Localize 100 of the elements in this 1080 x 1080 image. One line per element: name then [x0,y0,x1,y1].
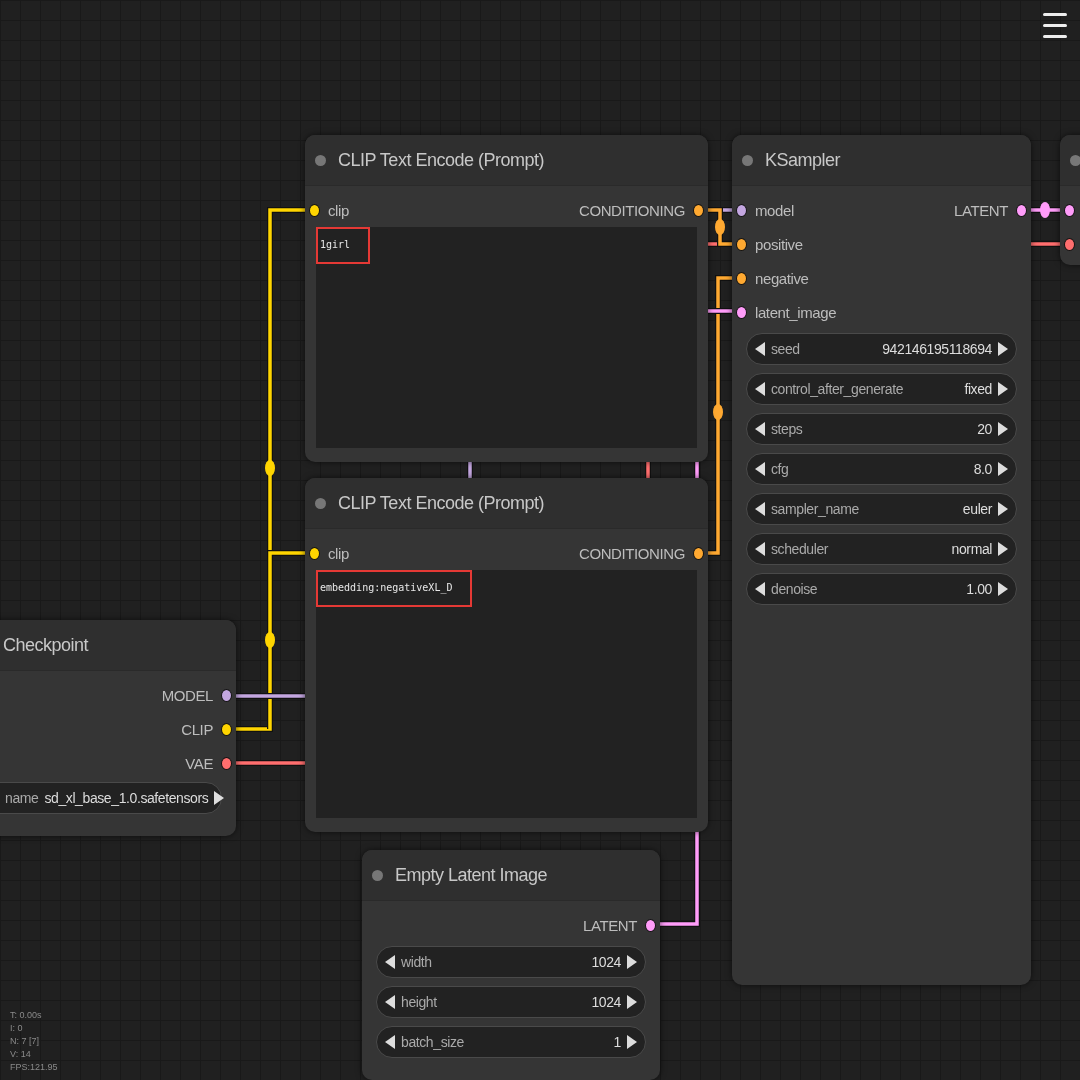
value-widget[interactable]: control_after_generate fixed [746,373,1017,405]
increment-arrow-icon[interactable] [998,542,1008,556]
output-label: LATENT [583,916,637,934]
widget-value: 942146195118694 [882,341,992,357]
node-card[interactable]: Empty Latent Image LATENT width 1024 height 1024 batch_size 1 [362,850,660,1080]
prompt-text: 1girl [316,227,371,264]
widget-value: 8.0 [973,461,992,477]
stats-text: T: 0.00s [10,1010,43,1020]
output-socket-icon[interactable] [645,918,656,932]
decrement-arrow-icon[interactable] [755,502,765,516]
input-socket-icon[interactable] [736,305,747,319]
increment-arrow-icon[interactable] [627,955,637,969]
widget-label: steps [771,421,804,437]
input-socket-icon[interactable] [736,237,747,251]
widget-label: sampler_name [771,501,860,517]
increment-arrow-icon[interactable] [998,502,1008,516]
decrement-arrow-icon[interactable] [755,342,765,356]
decrement-arrow-icon[interactable] [385,955,395,969]
decrement-arrow-icon[interactable] [755,582,765,596]
widget-value: 1 [613,1034,621,1050]
value-widget[interactable]: denoise 1.00 [746,573,1017,605]
value-widget[interactable]: seed 942146195118694 [746,333,1017,365]
collapse-dot-icon[interactable] [742,154,753,166]
input-socket-icon[interactable] [736,203,747,217]
decrement-arrow-icon[interactable] [385,1035,395,1049]
widget-value: 1024 [591,954,621,970]
widget-label: cfg [771,461,790,477]
menu-icon[interactable] [1043,13,1067,39]
node-card[interactable]: Checkpoint MODEL CLIP VAE name sd_xl_base_1.0.safetensors [0,620,236,836]
widget-value: 20 [977,421,992,437]
value-widget[interactable]: cfg 8.0 [746,453,1017,485]
output-label: LATENT [954,201,1008,219]
node-card[interactable]: CLIP Text Encode (Prompt) clip CONDITIONING embedding:negativeXL_D [305,478,708,832]
output-label: CONDITIONING [578,544,685,562]
input-socket-icon[interactable] [736,271,747,285]
value-widget[interactable]: scheduler normal [746,533,1017,565]
prompt-field[interactable]: 1girl [316,227,697,448]
output-socket-icon[interactable] [693,546,704,560]
node-title: Empty Latent Image [395,864,548,886]
output-label: VAE [185,754,213,772]
node-title: CLIP Text Encode (Prompt) [338,492,544,514]
collapse-dot-icon[interactable] [372,869,383,881]
widget-value: 1.00 [966,581,992,597]
input-socket-icon[interactable] [309,546,320,560]
output-socket-icon[interactable] [221,688,232,702]
increment-arrow-icon[interactable] [998,342,1008,356]
widget-label: width [401,954,433,970]
widget-value: sd_xl_base_1.0.safetensors [44,790,209,806]
decrement-arrow-icon[interactable] [385,995,395,1009]
decrement-arrow-icon[interactable] [755,382,765,396]
output-socket-icon[interactable] [221,722,232,736]
stats-text: N: 7 [7] [10,1036,40,1046]
value-widget[interactable]: height 1024 [376,986,646,1018]
output-socket-icon[interactable] [221,756,232,770]
increment-arrow-icon[interactable] [627,1035,637,1049]
decrement-arrow-icon[interactable] [755,422,765,436]
widget-label: seed [771,341,801,357]
output-socket-icon[interactable] [693,203,704,217]
prompt-field[interactable]: embedding:negativeXL_D [316,570,697,818]
increment-arrow-icon[interactable] [998,462,1008,476]
input-socket-icon[interactable] [309,203,320,217]
increment-arrow-icon[interactable] [627,995,637,1009]
widget-value: euler [962,501,992,517]
value-widget[interactable]: width 1024 [376,946,646,978]
decrement-arrow-icon[interactable] [755,542,765,556]
output-label: MODEL [161,686,213,704]
node-title: CLIP Text Encode (Prompt) [338,149,544,171]
input-label: latent_image [755,303,837,321]
collapse-dot-icon[interactable] [315,497,326,509]
prompt-text: embedding:negativeXL_D [316,570,473,607]
collapse-dot-icon[interactable] [315,154,326,166]
input-socket-icon[interactable] [1064,203,1075,217]
value-widget[interactable]: batch_size 1 [376,1026,646,1058]
value-widget[interactable]: sampler_name euler [746,493,1017,525]
input-label: clip [328,544,349,562]
decrement-arrow-icon[interactable] [755,462,765,476]
increment-arrow-icon[interactable] [998,382,1008,396]
collapse-dot-icon[interactable] [1070,154,1080,166]
value-widget[interactable]: name sd_xl_base_1.0.safetensors [0,782,222,814]
widget-label: scheduler [771,541,830,557]
stats-text: V: 14 [10,1049,32,1059]
output-socket-icon[interactable] [1016,203,1027,217]
increment-arrow-icon[interactable] [998,422,1008,436]
node-card[interactable]: KSampler model LATENT positive negative latent_image seed 942146195118694 control_after_generate fixed steps 20 cfg 8.0 sampler_name euler scheduler normal denoise 1.00 [732,135,1031,985]
output-label: CLIP [181,720,213,738]
value-widget[interactable]: steps 20 [746,413,1017,445]
node-title: KSampler [765,149,841,171]
node-card[interactable]: CLIP Text Encode (Prompt) clip CONDITIONING 1girl [305,135,708,462]
widget-value: fixed [964,381,992,397]
input-socket-icon[interactable] [1064,237,1075,251]
widget-label: denoise [771,581,819,597]
widget-value: 1024 [591,994,621,1010]
input-label: negative [755,269,809,287]
increment-arrow-icon[interactable] [214,791,225,805]
node-title: Checkpoint [3,634,89,656]
output-label: CONDITIONING [578,201,685,219]
input-label: positive [755,235,803,253]
input-label: clip [328,201,349,219]
input-label: model [755,201,794,219]
increment-arrow-icon[interactable] [998,582,1008,596]
